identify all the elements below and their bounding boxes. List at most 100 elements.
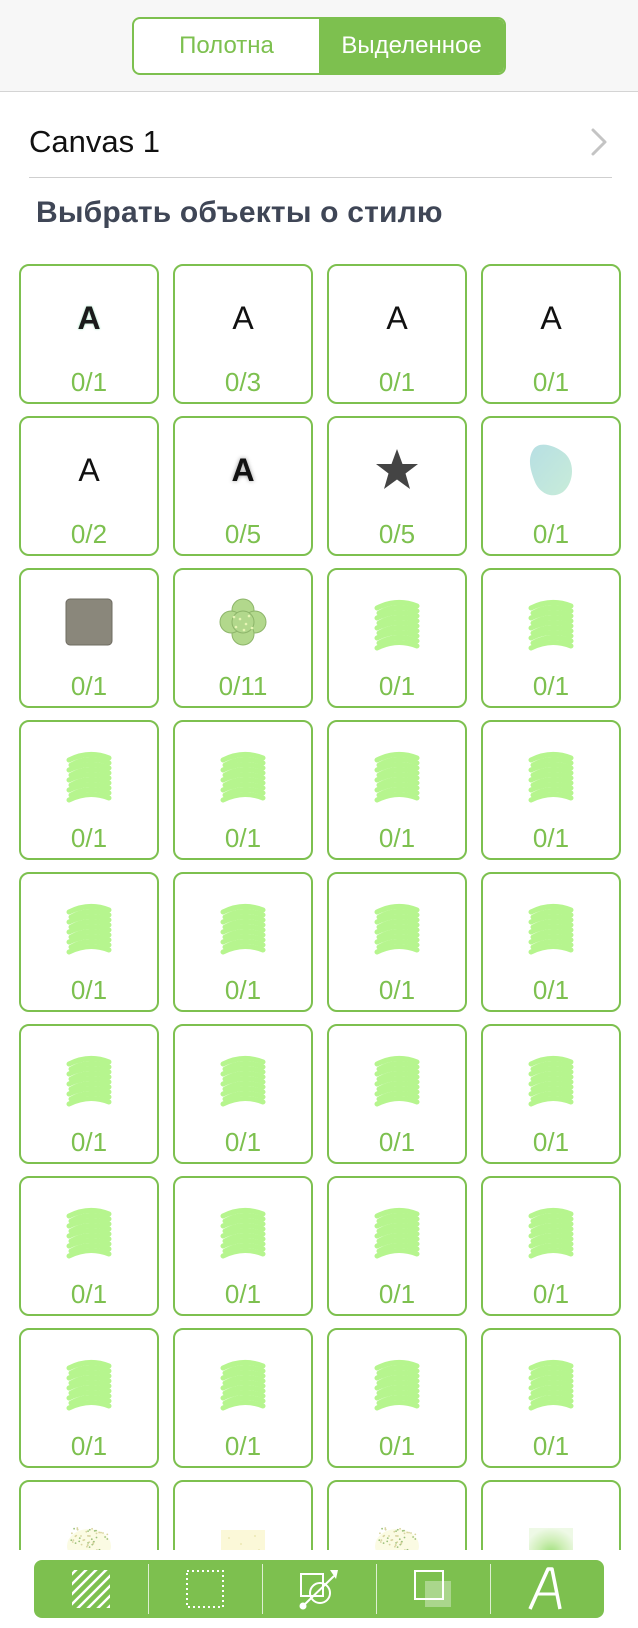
- style-tile[interactable]: [173, 1480, 313, 1550]
- style-tile[interactable]: 0/1: [19, 1024, 159, 1164]
- style-tile[interactable]: A 0/1: [327, 264, 467, 404]
- style-count: 0/1: [532, 1127, 570, 1157]
- scribble-icon: [21, 1194, 157, 1266]
- style-count: 0/1: [532, 1279, 570, 1309]
- style-tile[interactable]: 0/1: [19, 720, 159, 860]
- style-tile[interactable]: 0/1: [19, 1328, 159, 1468]
- scribble-icon: [329, 586, 465, 658]
- style-tile[interactable]: 0/1: [19, 568, 159, 708]
- style-tile[interactable]: 0/1: [327, 1024, 467, 1164]
- scribble-icon: [175, 1194, 311, 1266]
- style-tile[interactable]: 0/1: [481, 1176, 621, 1316]
- style-tile[interactable]: 0/11: [173, 568, 313, 708]
- style-count: 0/1: [70, 823, 108, 853]
- scribble-icon: [21, 738, 157, 810]
- text-a-icon: A: [78, 451, 100, 488]
- style-tile[interactable]: 0/1: [481, 568, 621, 708]
- style-tile[interactable]: 0/1: [173, 1328, 313, 1468]
- style-count: 0/1: [224, 823, 262, 853]
- style-tile[interactable]: 0/1: [19, 872, 159, 1012]
- style-count: 0/1: [70, 1127, 108, 1157]
- style-tile[interactable]: 0/1: [481, 1024, 621, 1164]
- stroke-style-button[interactable]: [148, 1560, 262, 1618]
- canvas-title: Canvas 1: [29, 123, 160, 159]
- style-tile[interactable]: A 0/5: [173, 416, 313, 556]
- style-tile[interactable]: 0/1: [19, 1176, 159, 1316]
- canvas-row[interactable]: Canvas 1: [29, 106, 612, 178]
- gray-square-icon: [21, 586, 157, 658]
- style-count: 0/1: [532, 367, 570, 397]
- fill-style-button[interactable]: [34, 1560, 148, 1618]
- style-tile[interactable]: 0/1: [173, 720, 313, 860]
- text-a-icon: A: [540, 299, 562, 336]
- style-tile[interactable]: A 0/1: [19, 264, 159, 404]
- style-count: 0/1: [378, 1431, 416, 1461]
- text-a-shadow-icon: A: [231, 451, 255, 488]
- tab-canvases[interactable]: Полотна: [134, 19, 319, 73]
- text-style-button[interactable]: [490, 1560, 604, 1618]
- style-tile[interactable]: 0/1: [481, 416, 621, 556]
- shadow-square-icon: [410, 1566, 456, 1612]
- star-icon: [329, 434, 465, 506]
- style-count: 0/1: [70, 1279, 108, 1309]
- style-tile[interactable]: [481, 1480, 621, 1550]
- style-tile[interactable]: A 0/2: [19, 416, 159, 556]
- style-tile[interactable]: 0/1: [481, 872, 621, 1012]
- style-tile[interactable]: 0/5: [327, 416, 467, 556]
- style-tile[interactable]: 0/1: [173, 872, 313, 1012]
- style-count: 0/5: [224, 519, 262, 549]
- style-count: 0/1: [70, 367, 108, 397]
- style-tile[interactable]: 0/1: [173, 1024, 313, 1164]
- scribble-icon: [329, 1194, 465, 1266]
- scribble-icon: [175, 1042, 311, 1114]
- style-count: 0/1: [378, 367, 416, 397]
- style-count: 0/1: [70, 671, 108, 701]
- style-count: 0/1: [532, 671, 570, 701]
- style-tile[interactable]: A 0/3: [173, 264, 313, 404]
- style-tile[interactable]: [19, 1480, 159, 1550]
- scribble-icon: [483, 890, 619, 962]
- scribble-icon: [483, 1042, 619, 1114]
- bottom-toolbar: [34, 1560, 604, 1618]
- style-count: 0/1: [378, 975, 416, 1005]
- italic-a-icon: [524, 1566, 570, 1612]
- style-tile[interactable]: 0/1: [481, 720, 621, 860]
- style-count: 0/5: [378, 519, 416, 549]
- style-tile[interactable]: 0/1: [327, 1328, 467, 1468]
- scribble-icon: [21, 1042, 157, 1114]
- style-grid-scroll[interactable]: A 0/1 A 0/3 A 0/1 A 0/1 A 0/2 A 0/5 0/5 0/1 0/1 0/11 0/1…: [0, 255, 638, 1550]
- style-tile[interactable]: [327, 1480, 467, 1550]
- segmented-control: Полотна Выделенное: [132, 17, 506, 75]
- dotted-rect-icon: [182, 1566, 228, 1612]
- scribble-icon: [21, 1346, 157, 1418]
- style-tile[interactable]: 0/1: [327, 568, 467, 708]
- style-count: 0/1: [70, 1431, 108, 1461]
- style-tile[interactable]: A 0/1: [481, 264, 621, 404]
- section-title: Выбрать объекты о стилю: [36, 196, 443, 229]
- style-count: 0/1: [532, 975, 570, 1005]
- scribble-icon: [175, 890, 311, 962]
- scribble-icon: [483, 1194, 619, 1266]
- top-bar: Полотна Выделенное: [0, 0, 638, 92]
- style-tile[interactable]: 0/1: [327, 1176, 467, 1316]
- tab-selection[interactable]: Выделенное: [319, 19, 504, 73]
- scribble-icon: [483, 1346, 619, 1418]
- transform-button[interactable]: [262, 1560, 376, 1618]
- style-tile[interactable]: 0/1: [173, 1176, 313, 1316]
- text-a-icon: A: [232, 299, 254, 336]
- speckle-icon: [21, 1498, 157, 1550]
- style-count: 0/11: [218, 671, 268, 701]
- style-count: 0/1: [224, 975, 262, 1005]
- style-tile[interactable]: 0/1: [327, 720, 467, 860]
- style-count: 0/1: [532, 1431, 570, 1461]
- scribble-icon: [329, 1346, 465, 1418]
- style-tile[interactable]: 0/1: [481, 1328, 621, 1468]
- shadow-button[interactable]: [376, 1560, 490, 1618]
- style-count: 0/1: [532, 519, 570, 549]
- style-count: 0/1: [532, 823, 570, 853]
- scribble-icon: [329, 1042, 465, 1114]
- style-count: 0/1: [378, 1279, 416, 1309]
- scribble-icon: [483, 738, 619, 810]
- blob-icon: [483, 434, 619, 506]
- style-tile[interactable]: 0/1: [327, 872, 467, 1012]
